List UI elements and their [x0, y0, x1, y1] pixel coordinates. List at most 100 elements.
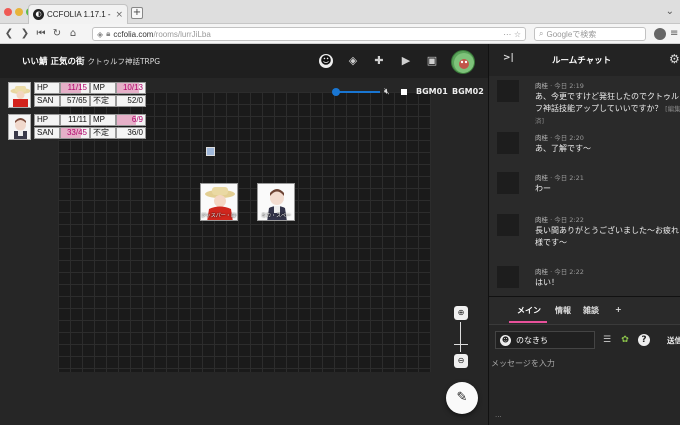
chat-header: >| ルームチャット ⚙ — [489, 44, 680, 76]
tab-info[interactable]: 情報 — [555, 305, 571, 316]
chat-tabs: メイン 情報 雑談 + — [489, 299, 680, 323]
chat-panel: >| ルームチャット ⚙ 肉桂 · 今日 2:19 あ、今更ですけど発狂したので… — [488, 44, 680, 425]
san-value[interactable]: 57/65 — [60, 95, 90, 107]
character-status-1[interactable]: HP 11/15 MP 10/13 SAN 57/65 不定 52/0 — [8, 82, 146, 108]
chat-divider — [489, 296, 680, 297]
video-icon[interactable]: ▶ — [399, 54, 413, 68]
url-text: ccfolia.com/rooms/lurrJiLba — [113, 29, 211, 39]
stat-row-san: SAN 33/45 不定 36/0 — [34, 127, 146, 139]
first-icon[interactable]: ⏮ — [34, 27, 48, 41]
volume-slider-knob[interactable] — [332, 88, 340, 96]
bgm-track-2[interactable]: BGM02 — [452, 86, 484, 98]
hp-label: HP — [34, 114, 60, 126]
url-extension-icons[interactable]: ⋯ ☆ — [503, 30, 521, 39]
url-bar[interactable]: ◈ 🔒︎ ccfolia.com/rooms/lurrJiLba ⋯ ☆ — [92, 27, 526, 41]
message-list[interactable]: 肉桂 · 今日 2:19 あ、今更ですけど発狂したのでクトゥルフ神話技能アップし… — [489, 76, 680, 296]
edit-pencil-button[interactable]: ✎ — [446, 382, 478, 414]
document-icon[interactable]: ☰ — [601, 334, 613, 346]
hp-bar[interactable]: 11/15 — [60, 82, 90, 94]
character-portrait-2[interactable] — [8, 114, 31, 140]
search-bar[interactable]: ⌕ Googleで検索 — [534, 27, 646, 41]
sub-label: 不定 — [90, 127, 116, 139]
back-icon[interactable]: ❮ — [2, 27, 16, 41]
message-meta: 肉桂 · 今日 2:20 — [535, 134, 584, 142]
bgm-stop-icon[interactable] — [401, 89, 407, 95]
message-meta: 肉桂 · 今日 2:21 — [535, 174, 584, 182]
tab-list-icon[interactable]: ⌄ — [666, 6, 674, 17]
gear-icon[interactable]: ⚙ — [669, 52, 680, 66]
stat-row-hp-mp: HP 11/11 MP 6/9 — [34, 114, 146, 126]
hp-bar[interactable]: 11/11 — [60, 114, 90, 126]
lock-icon: 🔒︎ — [106, 29, 111, 38]
sub-value[interactable]: 52/0 — [116, 95, 146, 107]
palette-icon[interactable]: ✿ — [619, 334, 631, 346]
san-bar[interactable]: 33/45 — [60, 127, 90, 139]
room-title: いい鯖 正気の街 クトゥルフ神話TRPG — [22, 57, 161, 67]
piece-name-1: ジャスパー・ロー — [201, 213, 237, 219]
tab-main[interactable]: メイン — [517, 305, 541, 316]
send-button[interactable]: 送信 — [667, 335, 680, 346]
mp-label: MP — [90, 82, 116, 94]
ccfolia-favicon-icon: ◐ — [33, 9, 44, 20]
message-text: わー — [535, 184, 551, 193]
volume-slider-track[interactable] — [336, 91, 380, 93]
add-tab-button[interactable]: + — [615, 305, 622, 314]
stat-row-san: SAN 57/65 不定 52/0 — [34, 95, 146, 107]
app-header: いい鯖 正気の街 クトゥルフ神話TRPG ☻ ◈ ✚ ▶ ▣ — [0, 44, 488, 78]
new-tab-button[interactable]: + — [131, 7, 143, 19]
mute-icon[interactable]: 🔇︎ — [384, 86, 390, 98]
collapse-panel-icon[interactable]: >| — [503, 53, 514, 63]
character-status-2[interactable]: HP 11/11 MP 6/9 SAN 33/45 不定 36/0 — [8, 114, 146, 140]
message-meta: 肉桂 · 今日 2:22 — [535, 268, 584, 276]
message-text: はい！ — [535, 278, 559, 287]
character-piece-2[interactable]: ミカ・スペー — [257, 183, 295, 221]
search-placeholder: Googleで検索 — [546, 29, 597, 39]
sub-value[interactable]: 36/0 — [116, 127, 146, 139]
chat-add-icon[interactable]: ✚ — [372, 54, 386, 68]
chat-title: ルームチャット — [552, 56, 612, 66]
profile-icon[interactable] — [654, 28, 666, 40]
forward-icon[interactable]: ❯ — [18, 27, 32, 41]
bgm-controls: 🔇︎ BGM01 BGM02 — [332, 86, 484, 98]
reload-icon[interactable]: ↻ — [50, 27, 64, 41]
message-text: 長い間ありがとうございました〜お疲れ様です〜 — [535, 226, 679, 247]
message-text: あ、了解です〜 — [535, 144, 591, 153]
message-avatar — [497, 172, 519, 194]
piece-name-2: ミカ・スペー — [261, 213, 291, 219]
mp-bar[interactable]: 10/13 — [116, 82, 146, 94]
shield-icon: ◈ — [97, 29, 104, 39]
composer-footer: ... — [495, 411, 502, 419]
user-avatar[interactable] — [451, 50, 475, 74]
menu-icon[interactable]: ≡ — [670, 28, 678, 40]
zoom-in-icon[interactable]: ⊕ — [454, 306, 468, 320]
bgm-track-1[interactable]: BGM01 — [416, 86, 448, 98]
browser-nav-bar: ❮ ❯ ⏮ ↻ ⌂ ◈ 🔒︎ ccfolia.com/rooms/lurrJiL… — [0, 24, 680, 44]
zoom-out-icon[interactable]: ⊖ — [454, 354, 468, 368]
zoom-slider-handle[interactable] — [454, 344, 468, 345]
character-portrait-1[interactable] — [8, 82, 31, 108]
dice-face-icon[interactable]: ☻ — [319, 54, 333, 68]
message-input[interactable] — [491, 357, 679, 369]
speaker-face-icon: ☻ — [500, 334, 511, 346]
scene-icon[interactable]: ▣ — [425, 54, 439, 68]
tab-title: CCFOLIA 1.17.1 - TRPGオンラ — [47, 10, 112, 19]
zoom-slider-track[interactable] — [460, 322, 461, 352]
speaker-selector[interactable]: ☻ のなきち — [495, 331, 595, 349]
san-label: SAN — [34, 127, 60, 139]
tab-close-icon[interactable]: × — [115, 10, 123, 20]
board-marker[interactable] — [206, 147, 215, 156]
tab-chat[interactable]: 雑談 — [583, 305, 599, 316]
hp-label: HP — [34, 82, 60, 94]
character-piece-1[interactable]: ジャスパー・ロー — [200, 183, 238, 221]
message-avatar — [497, 80, 519, 102]
active-tab-indicator — [509, 321, 547, 323]
mp-bar[interactable]: 6/9 — [116, 114, 146, 126]
message-meta: 肉桂 · 今日 2:19 — [535, 82, 584, 90]
home-icon[interactable]: ⌂ — [66, 27, 80, 41]
mp-label: MP — [90, 114, 116, 126]
layers-icon[interactable]: ◈ — [346, 54, 360, 68]
browser-tab[interactable]: ◐ CCFOLIA 1.17.1 - TRPGオンラ × — [28, 4, 128, 24]
room-subtitle: クトゥルフ神話TRPG — [87, 57, 161, 66]
message-meta: 肉桂 · 今日 2:22 — [535, 216, 584, 224]
help-icon[interactable]: ? — [638, 334, 650, 346]
